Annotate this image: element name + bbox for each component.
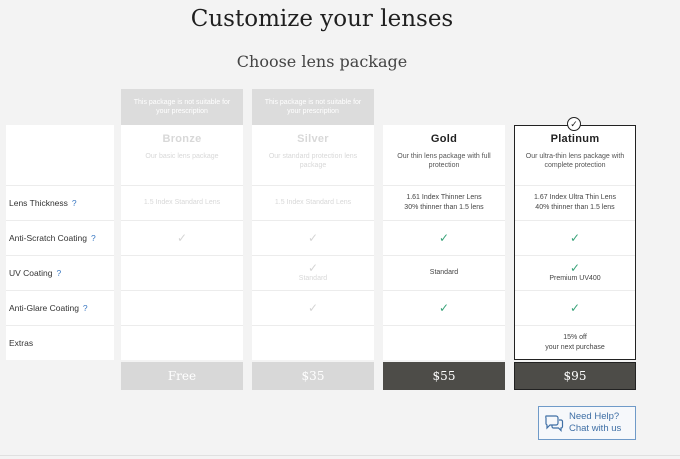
cell-anti-glare: ✓ [514, 290, 636, 325]
cell-lens-thickness: 1.5 Index Standard Lens [252, 185, 374, 220]
cell-extras [383, 325, 505, 360]
feature-row-extras: Extras [6, 325, 114, 360]
cell-uv-coating: ✓ Premium UV400 [514, 255, 636, 290]
help-link-lens-thickness[interactable]: ? [72, 198, 77, 208]
package-bronze: This package is not suitable for your pr… [121, 89, 243, 390]
feature-row-anti-glare: Anti-Glare Coating ? [6, 290, 114, 325]
help-line-1: Need Help? [569, 411, 620, 422]
package-name: Silver [297, 133, 329, 145]
thickness-text: 1.61 Index Thinner Lens [406, 194, 482, 201]
extras-subtext: your next purchase [545, 344, 605, 351]
package-name: Platinum [550, 133, 600, 145]
feature-row-anti-scratch: Anti-Scratch Coating ? [6, 220, 114, 255]
cell-anti-glare: ✓ [252, 290, 374, 325]
feature-label: UV Coating [9, 268, 53, 278]
feature-label: Lens Thickness [9, 198, 68, 208]
check-icon: ✓ [569, 231, 581, 245]
price-button-gold[interactable]: $55 [383, 362, 505, 390]
selected-check-icon: ✓ [567, 117, 581, 131]
cell-anti-scratch: ✓ [514, 220, 636, 255]
package-platinum[interactable]: ✓ Platinum Our ultra-thin lens package w… [514, 89, 636, 390]
check-icon: ✓ [176, 231, 188, 245]
cell-anti-scratch: ✓ [252, 220, 374, 255]
cell-uv-coating: Standard [383, 255, 505, 290]
check-icon: ✓ [307, 261, 319, 275]
cell-anti-scratch: ✓ [383, 220, 505, 255]
check-icon: ✓ [307, 301, 319, 315]
package-description: Our standard protection lens package [268, 153, 358, 169]
thickness-subtext: 40% thinner than 1.5 lens [535, 204, 615, 211]
feature-row-uv-coating: UV Coating ? [6, 255, 114, 290]
cell-extras [121, 325, 243, 360]
banner-spacer [383, 89, 505, 125]
check-icon: ✓ [569, 261, 581, 275]
cell-anti-glare: ✓ [383, 290, 505, 325]
thickness-subtext: 30% thinner than 1.5 lens [404, 204, 484, 211]
page-subtitle: Choose lens package [236, 52, 408, 71]
package-description: Our ultra-thin lens package with complet… [525, 153, 625, 169]
chat-help-button[interactable]: Need Help? Chat with us [538, 406, 636, 440]
feature-label: Anti-Glare Coating [9, 303, 79, 313]
unsuitable-banner: This package is not suitable for your pr… [252, 89, 374, 125]
package-description: Our basic lens package [145, 153, 219, 160]
cell-anti-glare [121, 290, 243, 325]
cell-lens-thickness: 1.5 Index Standard Lens [121, 185, 243, 220]
price-button-bronze: Free [121, 362, 243, 390]
chat-bubbles-icon [539, 414, 569, 432]
uv-text: Premium UV400 [549, 275, 601, 282]
package-name: Gold [430, 133, 458, 145]
unsuitable-banner: This package is not suitable for your pr… [121, 89, 243, 125]
feature-row-lens-thickness: Lens Thickness ? [6, 185, 114, 220]
help-line-2: Chat with us [569, 423, 622, 434]
package-description: Our thin lens package with full protecti… [397, 153, 491, 169]
cell-uv-coating: ✓ Standard [252, 255, 374, 290]
price-button-platinum[interactable]: $95 [514, 362, 636, 390]
uv-text: Standard [298, 275, 328, 282]
check-icon: ✓ [569, 301, 581, 315]
cell-uv-coating [121, 255, 243, 290]
page-title: Customize your lenses [190, 6, 454, 32]
feature-labels-header [6, 125, 114, 185]
help-link-uv-coating[interactable]: ? [56, 268, 61, 278]
cell-lens-thickness: 1.61 Index Thinner Lens 30% thinner than… [383, 185, 505, 220]
feature-label: Extras [9, 338, 34, 348]
check-icon: ✓ [438, 301, 450, 315]
cell-extras: 15% off your next purchase [514, 325, 636, 360]
package-name: Bronze [162, 133, 202, 145]
feature-label: Anti-Scratch Coating [9, 233, 87, 243]
price-button-silver: $35 [252, 362, 374, 390]
cell-lens-thickness: 1.67 Index Ultra Thin Lens 40% thinner t… [514, 185, 636, 220]
thickness-text: 1.67 Index Ultra Thin Lens [534, 194, 616, 201]
extras-text: 15% off [563, 334, 587, 341]
check-icon: ✓ [438, 231, 450, 245]
footer-divider [0, 455, 680, 456]
uv-text: Standard [429, 269, 459, 276]
cell-extras [252, 325, 374, 360]
thickness-text: 1.5 Index Standard Lens [274, 199, 352, 206]
cell-anti-scratch: ✓ [121, 220, 243, 255]
thickness-text: 1.5 Index Standard Lens [143, 199, 221, 206]
package-silver: This package is not suitable for your pr… [252, 89, 374, 390]
package-gold[interactable]: Gold Our thin lens package with full pro… [383, 89, 505, 390]
feature-labels: Lens Thickness ? Anti-Scratch Coating ? … [6, 125, 114, 360]
help-link-anti-scratch[interactable]: ? [91, 233, 96, 243]
check-icon: ✓ [307, 231, 319, 245]
help-link-anti-glare[interactable]: ? [83, 303, 88, 313]
